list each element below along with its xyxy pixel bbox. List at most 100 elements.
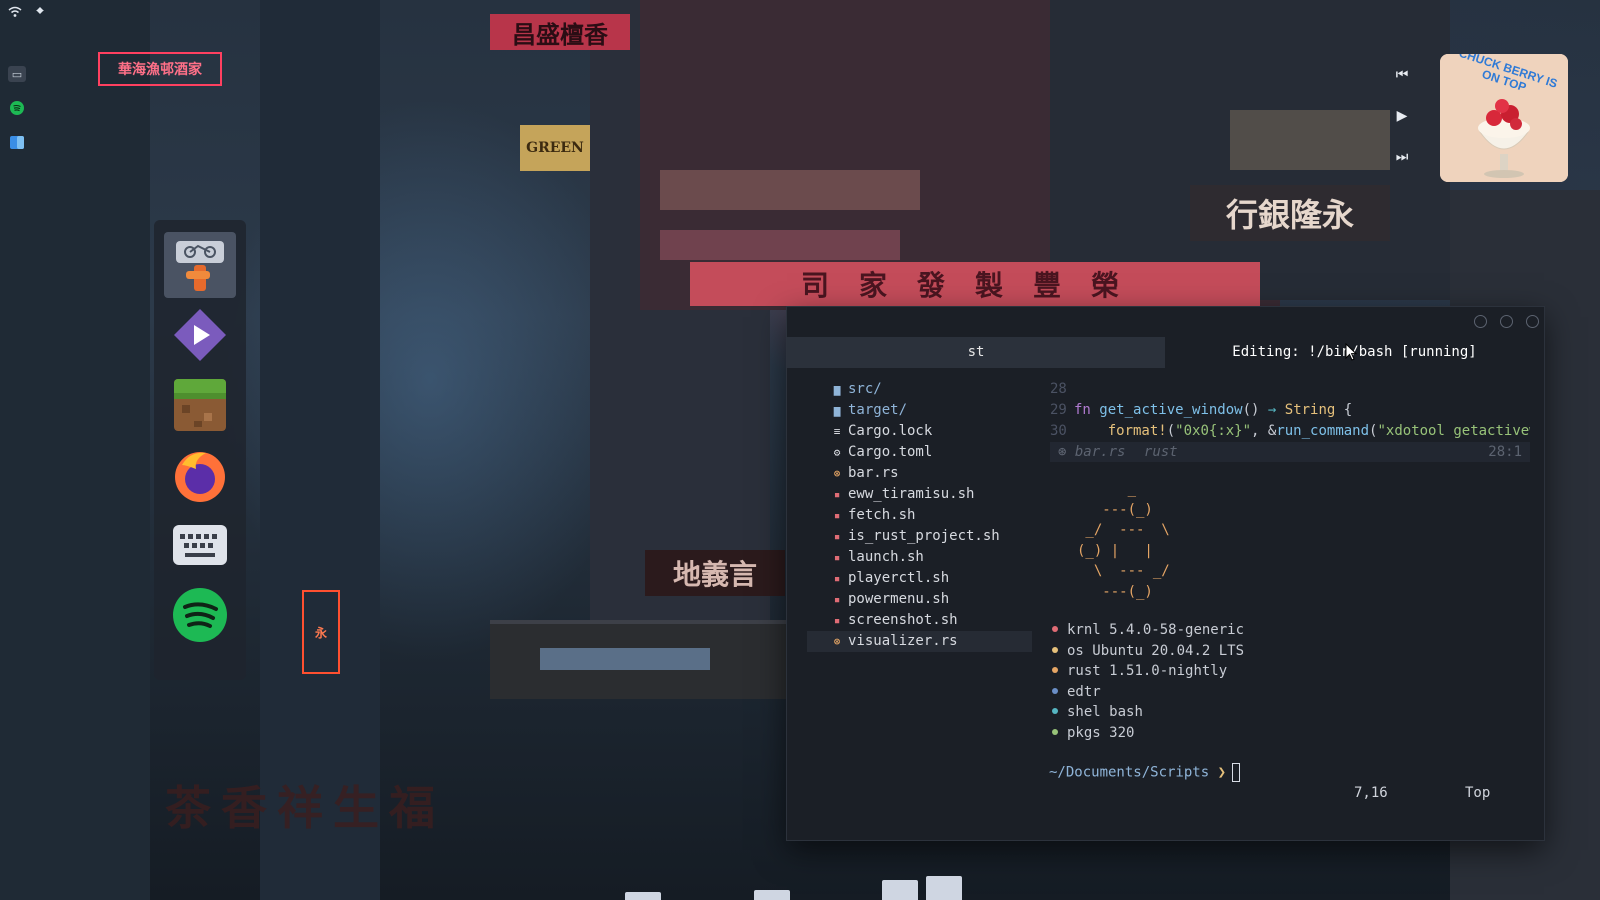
fetch-info: krnl 5.4.0-58-generic os Ubuntu 20.04.2 … — [1049, 620, 1244, 744]
close-icon[interactable] — [1526, 315, 1539, 328]
rust-file-icon: ⊛ — [833, 635, 841, 648]
previous-track-icon[interactable]: ⏮ — [1392, 65, 1412, 85]
tree-item-target[interactable]: ▆ target/ — [807, 400, 1032, 421]
editor-statusline: ⊛ bar.rs rust 28:1 — [1050, 442, 1530, 462]
terminal-window: st Editing: !/bin/bash [running] ▆ src/ ▆… — [787, 307, 1544, 840]
tree-item-label: bar.rs — [848, 465, 899, 481]
lock-file-icon: ≡ — [833, 425, 841, 438]
tree-item-label: playerctl.sh — [848, 570, 950, 586]
neon-sign: 華海漁邨酒家 — [98, 52, 222, 86]
status-filetype: rust — [1143, 444, 1178, 460]
tree-item-screenshot[interactable]: ▪ screenshot.sh — [807, 610, 1032, 631]
code-line: 28 — [1050, 381, 1067, 397]
neon-sign: GREEN — [520, 125, 590, 171]
tree-item-cargo-lock[interactable]: ≡ Cargo.lock — [807, 421, 1032, 442]
tree-item-launch[interactable]: ▪ launch.sh — [807, 547, 1032, 568]
tree-item-bar-rs[interactable]: ⊛ bar.rs — [807, 463, 1032, 484]
bullet-dot — [1052, 687, 1058, 694]
keyboard-app-icon[interactable] — [164, 512, 236, 578]
neon-sign: 昌盛檀香 — [490, 14, 630, 50]
tree-item-label: powermenu.sh — [848, 591, 950, 607]
tree-item-label: is_rust_project.sh — [848, 528, 1000, 544]
shell-prompt[interactable]: ~/Documents/Scripts ❯ — [1049, 763, 1241, 782]
bullet-dot — [1052, 646, 1058, 653]
firefox-app-icon[interactable] — [164, 442, 236, 508]
tab-bar: st Editing: !/bin/bash [running] — [787, 337, 1544, 368]
terminal-mini-icon[interactable]: ▭ — [8, 66, 26, 82]
fetch-row-shell: shel bash — [1049, 702, 1244, 723]
gear-icon: ⚙ — [833, 446, 841, 459]
code-line: 30 format!("0x0{:x}", &run_command("xdot… — [1050, 423, 1530, 439]
shell-file-icon: ▪ — [833, 488, 841, 501]
neon-sign: 行銀隆永 — [1190, 185, 1390, 241]
shell-file-icon: ▪ — [833, 593, 841, 606]
minimize-icon[interactable] — [1474, 315, 1487, 328]
workspace-indicator[interactable] — [926, 876, 962, 900]
neon-sign: 茶香祥生福 — [165, 781, 445, 835]
play-icon[interactable]: ▶ — [1392, 106, 1412, 126]
album-cover: CHUCK BERRY IS ON TOP — [1440, 54, 1568, 182]
rust-file-icon: ⊛ — [1058, 444, 1067, 460]
system-tray — [8, 6, 46, 21]
tree-item-fetch[interactable]: ▪ fetch.sh — [807, 505, 1032, 526]
finder-mini-icon[interactable] — [8, 134, 26, 150]
shell-file-icon: ▪ — [833, 572, 841, 585]
workspace-indicator[interactable] — [754, 890, 790, 900]
tree-item-cargo-toml[interactable]: ⚙ Cargo.toml — [807, 442, 1032, 463]
tree-item-visualizer-rs[interactable]: ⊛ visualizer.rs — [807, 631, 1032, 652]
workspace-indicator[interactable] — [882, 880, 918, 900]
spotify-mini-icon[interactable] — [8, 100, 26, 116]
window-titlebar[interactable] — [787, 307, 1544, 337]
shell-file-icon: ▪ — [833, 530, 841, 543]
mouse-pointer-icon — [1345, 342, 1358, 365]
neon-sign: 地義言 — [645, 550, 785, 596]
shell-file-icon: ▪ — [833, 614, 841, 627]
rust-file-icon: ⊛ — [833, 467, 841, 480]
tree-item-label: src/ — [848, 381, 882, 397]
maximize-icon[interactable] — [1500, 315, 1513, 328]
file-tree: ▆ src/ ▆ target/ ≡ Cargo.lock ⚙ Cargo.toml ⊛… — [807, 379, 1032, 652]
shell-file-icon: ▪ — [833, 551, 841, 564]
stremio-app-icon[interactable] — [164, 302, 236, 368]
tree-item-playerctl[interactable]: ▪ playerctl.sh — [807, 568, 1032, 589]
cursor-position: 7,16 — [1354, 785, 1388, 801]
fetch-row-packages: pkgs 320 — [1049, 723, 1244, 744]
status-filename: bar.rs — [1074, 444, 1126, 460]
bullet-dot — [1052, 728, 1058, 735]
fetch-row-os: os Ubuntu 20.04.2 LTS — [1049, 641, 1244, 662]
tree-item-label: Cargo.lock — [848, 423, 933, 439]
status-position: 28:1 — [1488, 444, 1522, 460]
tree-item-label: Cargo.toml — [848, 444, 933, 460]
spotify-app-icon[interactable] — [164, 582, 236, 648]
fetch-row-rust: rust 1.51.0-nightly — [1049, 661, 1244, 682]
cycling-app-icon[interactable] — [164, 232, 236, 298]
tree-item-label: eww_tiramisu.sh — [848, 486, 975, 502]
scroll-position: Top — [1465, 785, 1491, 801]
bullet-dot — [1052, 708, 1058, 715]
code-line: 29 fn get_active_window() → String { — [1050, 402, 1353, 418]
folder-icon: ▆ — [833, 404, 841, 417]
app-dock — [154, 220, 246, 680]
tree-item-is-rust-project[interactable]: ▪ is_rust_project.sh — [807, 526, 1032, 547]
tree-item-label: target/ — [848, 402, 908, 418]
tree-item-eww-tiramisu[interactable]: ▪ eww_tiramisu.sh — [807, 484, 1032, 505]
text-cursor — [1232, 763, 1241, 782]
tree-item-label: launch.sh — [848, 549, 924, 565]
tree-item-label: visualizer.rs — [848, 633, 958, 649]
workspace-indicator[interactable] — [625, 892, 661, 900]
fetch-row-kernel: krnl 5.4.0-58-generic — [1049, 620, 1244, 641]
tree-item-powermenu[interactable]: ▪ powermenu.sh — [807, 589, 1032, 610]
tab-st[interactable]: st — [787, 337, 1165, 368]
wifi-icon[interactable] — [8, 6, 22, 21]
neon-sign: 永 — [302, 590, 340, 674]
bullet-dot — [1052, 667, 1058, 674]
music-widget: ⏮ ▶ ⏭ CHUCK BERRY IS ON TOP — [1380, 52, 1580, 184]
neon-sign: 司家發製豐榮 — [690, 262, 1260, 306]
tree-item-src[interactable]: ▆ src/ — [807, 379, 1032, 400]
minecraft-app-icon[interactable] — [164, 372, 236, 438]
fetch-row-editor: edtr — [1049, 682, 1244, 703]
tree-item-label: fetch.sh — [848, 507, 916, 523]
chevron-down-icon[interactable] — [34, 6, 46, 21]
code-editor[interactable]: 28 29 fn get_active_window() → String { 3… — [1050, 379, 1530, 462]
next-track-icon[interactable]: ⏭ — [1392, 147, 1412, 167]
